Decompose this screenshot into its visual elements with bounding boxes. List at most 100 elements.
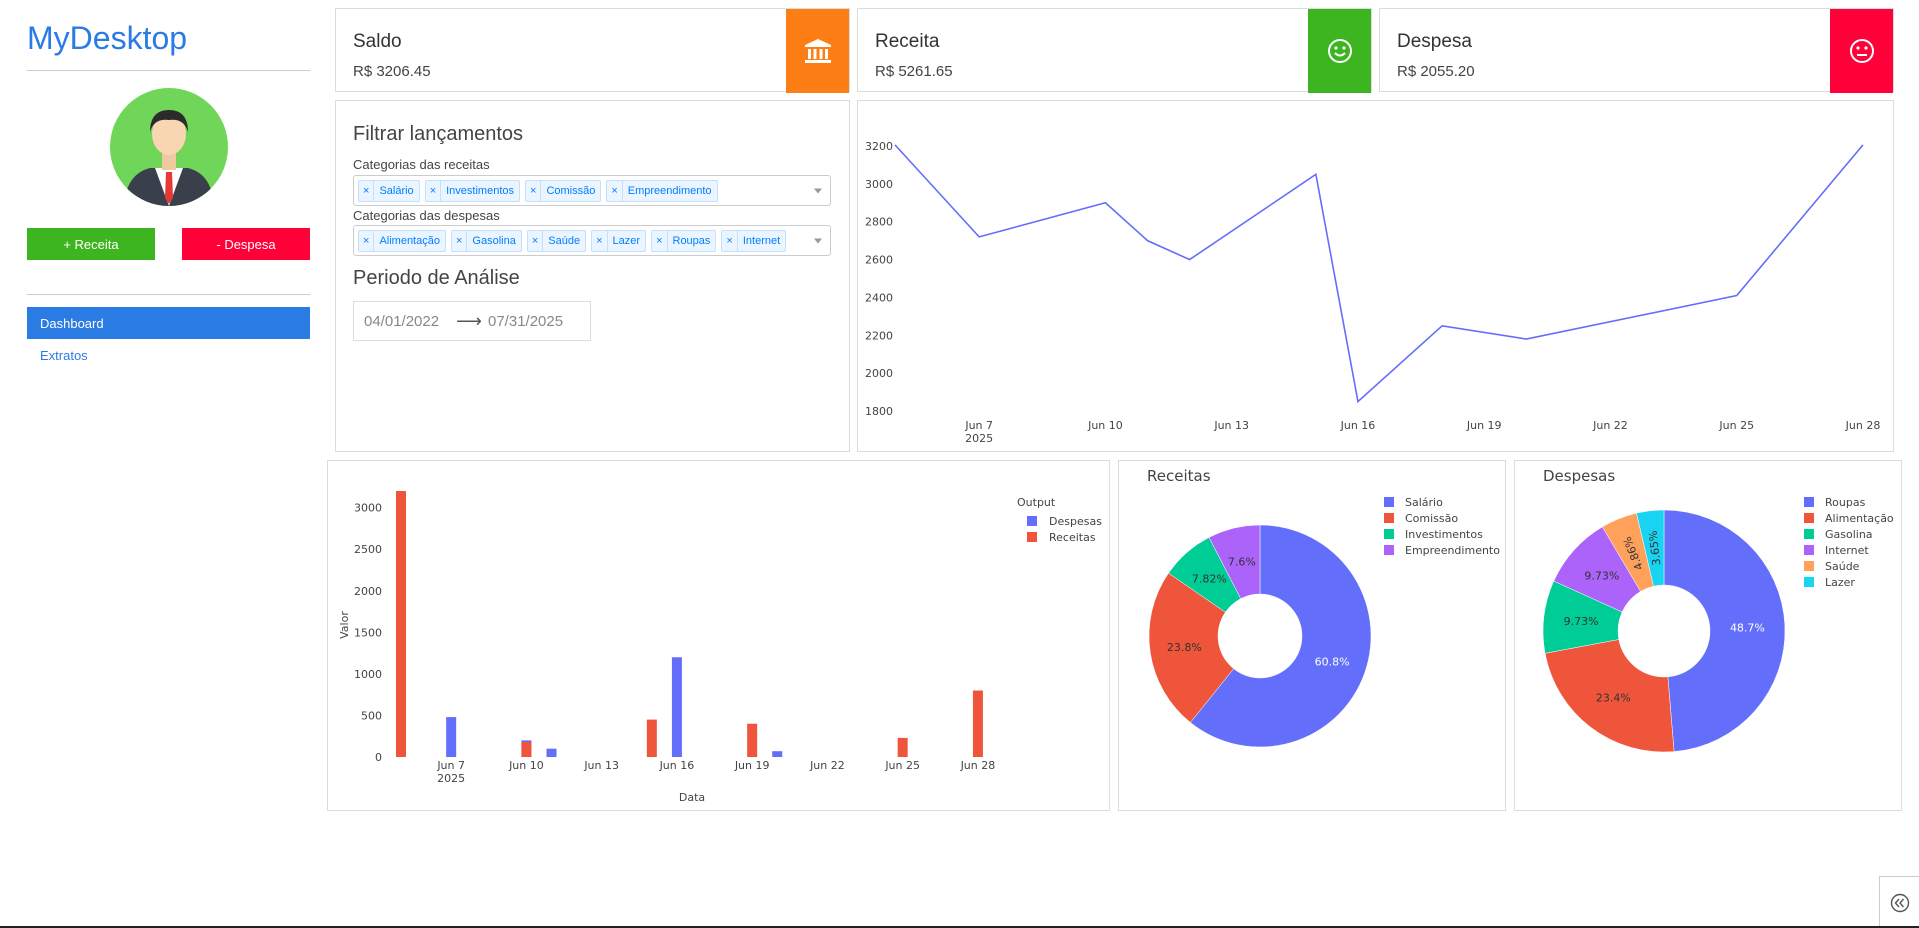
- despesas-label: Categorias das despesas: [353, 208, 500, 223]
- nav-item-extratos[interactable]: Extratos: [27, 339, 310, 371]
- receitas-label: Categorias das receitas: [353, 157, 490, 172]
- bar-despesas: [772, 751, 783, 757]
- neutral-face-icon: [1830, 9, 1893, 93]
- add-despesa-button[interactable]: - Despesa: [182, 228, 310, 260]
- despesa-title: Despesa: [1397, 31, 1472, 52]
- chevron-down-icon[interactable]: [814, 188, 822, 193]
- receita-value: R$ 5261.65: [875, 63, 953, 80]
- pie-slice-label: 48.7%: [1730, 622, 1765, 635]
- y-tick-label: 1800: [865, 405, 893, 418]
- despesa-card: Despesa R$ 2055.20: [1379, 8, 1894, 93]
- tag-remove-icon[interactable]: ×: [426, 180, 442, 201]
- x-tick-label: Jun 25: [1718, 419, 1754, 432]
- receitas-pie-card: Receitas 60.8% 23.8% 7.82% 7.6% Salário Comiss…: [1118, 460, 1506, 811]
- bar-receitas: [646, 719, 657, 757]
- y-tick-label: 2200: [865, 329, 893, 342]
- bar-receitas: [396, 491, 406, 757]
- y-tick-label: 3000: [865, 178, 893, 191]
- x-tick-label: Jun 7: [964, 419, 993, 432]
- legend-swatch: [1384, 513, 1394, 523]
- receitas-multiselect[interactable]: × Salário × Investimentos × Comissão × Empre…: [353, 175, 831, 206]
- tag-remove-icon[interactable]: ×: [592, 230, 608, 251]
- avatar-wrap: [27, 88, 310, 206]
- periodo-title: Periodo de Análise: [353, 267, 520, 289]
- sidebar: MyDesktop + Receita - Despesa Dashboard …: [27, 0, 310, 371]
- y-tick-label: 2800: [865, 216, 893, 229]
- saldo-line: [894, 144, 1864, 404]
- tag-despesa[interactable]: × Lazer: [591, 229, 647, 252]
- saldo-line-chart: 1800 2000 2200 2400 2600 2800 3000 3200 Jun 7202…: [865, 140, 1880, 445]
- legend-label: Empreendimento: [1405, 544, 1500, 557]
- x-tick-label: Jun 13: [583, 759, 619, 772]
- x-tick-label: Jun 19: [1466, 419, 1502, 432]
- tag-remove-icon[interactable]: ×: [528, 230, 544, 251]
- y-tick-label: 3000: [354, 502, 382, 515]
- tag-despesa[interactable]: × Gasolina: [450, 229, 522, 252]
- tag-remove-icon[interactable]: ×: [359, 230, 375, 251]
- tag-remove-icon[interactable]: ×: [607, 180, 623, 201]
- y-tick-label: 2500: [354, 543, 382, 556]
- tag-remove-icon[interactable]: ×: [359, 180, 375, 201]
- collapse-toggle[interactable]: [1879, 876, 1919, 928]
- despesas-multiselect[interactable]: × Alimentação × Gasolina × Saúde × Lazer × Ro…: [353, 225, 831, 256]
- smile-icon: [1308, 9, 1371, 93]
- receita-title: Receita: [875, 31, 940, 52]
- bar-despesas: [546, 748, 557, 757]
- x-tick-label: Jun 13: [1213, 419, 1249, 432]
- legend-label: Investimentos: [1405, 528, 1483, 541]
- x-tick-label: Jun 7: [436, 759, 465, 772]
- nav-item-dashboard[interactable]: Dashboard: [27, 307, 310, 339]
- pie-slice-label: 9.73%: [1584, 569, 1619, 582]
- saldo-value: R$ 3206.45: [353, 63, 431, 80]
- bar-receitas: [521, 742, 532, 757]
- pie-slice-label: 23.4%: [1596, 691, 1631, 704]
- tag-despesa[interactable]: × Alimentação: [358, 229, 446, 252]
- x-tick-label: Jun 28: [960, 759, 996, 772]
- start-date-input[interactable]: 04/01/2022: [354, 313, 454, 330]
- end-date-input[interactable]: 07/31/2025: [484, 313, 584, 330]
- legend-swatch: [1384, 497, 1394, 507]
- x-tick-label: Jun 16: [1340, 419, 1376, 432]
- legend-swatch: [1027, 532, 1037, 542]
- x-tick-label: Jun 22: [809, 759, 845, 772]
- pie-title: Receitas: [1147, 467, 1211, 485]
- x-axis-title: Data: [679, 791, 705, 804]
- legend-swatch: [1804, 545, 1814, 555]
- x-tick-label: Jun 25: [884, 759, 920, 772]
- y-axis-title: Valor: [338, 611, 351, 639]
- legend-swatch: [1804, 577, 1814, 587]
- legend-label: Saúde: [1825, 560, 1860, 573]
- tag-remove-icon[interactable]: ×: [722, 230, 738, 251]
- tag-receita[interactable]: × Investimentos: [424, 179, 520, 202]
- chevron-down-icon[interactable]: [814, 238, 822, 243]
- legend-title: Output: [1017, 496, 1056, 509]
- pie-slice-label: 7.82%: [1192, 573, 1227, 586]
- legend-swatch: [1804, 529, 1814, 539]
- receita-card: Receita R$ 5261.65: [857, 8, 1372, 93]
- despesas-pie-card: Despesas 48.7% 23.4% 9.73% 9.73% 4.86% 3.65% Ro…: [1514, 460, 1902, 811]
- legend-swatch: [1804, 561, 1814, 571]
- tag-remove-icon[interactable]: ×: [652, 230, 668, 251]
- legend-label: Alimentação: [1825, 512, 1894, 525]
- avatar: [109, 88, 228, 206]
- tag-receita[interactable]: × Empreendimento: [606, 179, 718, 202]
- tag-despesa[interactable]: × Roupas: [651, 229, 717, 252]
- legend-label: Gasolina: [1825, 528, 1873, 541]
- x-tick-label: Jun 22: [1592, 419, 1628, 432]
- legend-swatch: [1027, 516, 1037, 526]
- tag-receita[interactable]: × Salário: [358, 179, 420, 202]
- x-tick-label: Jun 16: [659, 759, 695, 772]
- y-tick-label: 2000: [865, 367, 893, 380]
- tag-remove-icon[interactable]: ×: [452, 230, 468, 251]
- y-tick-label: 500: [361, 709, 382, 722]
- tag-despesa[interactable]: × Internet: [721, 229, 787, 252]
- bar-chart-card: 0 500 1000 1500 2000 2500 3000 Jun 7 2025 Jun 10 J…: [327, 460, 1110, 811]
- y-tick-label: 2000: [354, 585, 382, 598]
- tag-remove-icon[interactable]: ×: [526, 180, 542, 201]
- y-tick-label: 2600: [865, 254, 893, 267]
- y-tick-label: 3200: [865, 140, 893, 153]
- add-receita-button[interactable]: + Receita: [27, 228, 155, 260]
- tag-receita[interactable]: × Comissão: [525, 179, 602, 202]
- divider: [27, 294, 310, 295]
- tag-despesa[interactable]: × Saúde: [526, 229, 587, 252]
